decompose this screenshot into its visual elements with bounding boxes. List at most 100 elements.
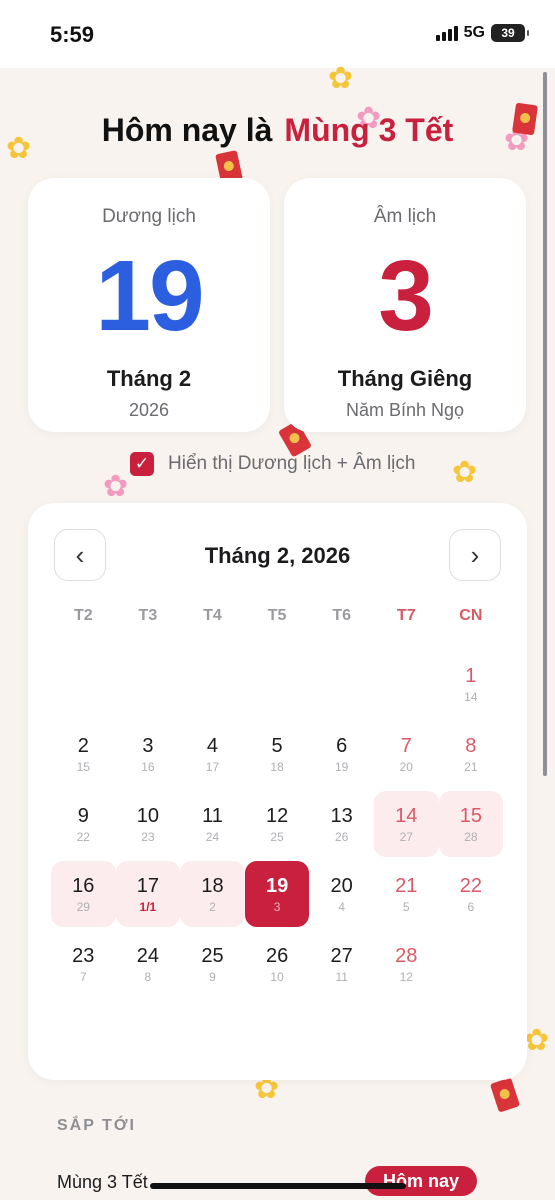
day-cell[interactable]: 16 29	[51, 861, 116, 927]
day-cell[interactable]: 13 26	[309, 791, 374, 857]
month-calendar: ‹ Tháng 2, 2026 › T2 T3 T4 T5 T6 T7 CN 1 14 2 15 3…	[28, 503, 527, 1080]
day-cell[interactable]: 22 6	[439, 861, 504, 927]
weekday-label: T2	[73, 607, 93, 624]
lunar-date: 23	[141, 829, 155, 844]
upcoming-heading: SẮP TỚI	[57, 1117, 136, 1134]
day-cell-today[interactable]: 19 3	[244, 861, 310, 927]
flower-icon: ✿	[524, 1024, 550, 1057]
week-row: 9 22 10 23 11 24 12 25 13 26 14 27 15 28	[51, 791, 504, 861]
lunar-date: 8	[144, 969, 152, 984]
solar-date: 7	[400, 734, 412, 757]
lunar-date: 9	[209, 969, 216, 984]
lunar-date: 3	[273, 899, 281, 914]
dual-calendar-toggle[interactable]: ✓ Hiển thị Dương lịch + Âm lịch	[130, 452, 415, 476]
solar-date: 5	[271, 734, 283, 757]
day-cell[interactable]: 215	[51, 721, 116, 787]
dual-calendar-label[interactable]: Hiển thị Dương lịch + Âm lịch	[168, 453, 415, 475]
day-grid: 1 14 2 15 3 16 4 17 5 18 6 19 7 20 8 21 9 22 10 23 11 24 12 25 1…	[51, 651, 504, 1001]
home-indicator[interactable]	[150, 1183, 406, 1189]
day-cell[interactable]: 27 11	[309, 931, 374, 997]
weekday-label: T3	[138, 607, 158, 624]
day-cell[interactable]: 28 12	[374, 931, 439, 997]
status-icons: 5G 39	[435, 24, 529, 42]
week-row: 2 15 3 16 4 17 5 18 6 19 7 20 8 21	[51, 721, 504, 791]
lunar-date: 5	[402, 899, 410, 914]
solar-date: 6	[336, 734, 348, 757]
today-badge: Hôm nay	[364, 1166, 477, 1196]
weekday-label: T4	[203, 607, 222, 624]
lunar-date: 12	[399, 969, 413, 984]
lunar-date: 25	[270, 829, 284, 844]
week-row: 1 14	[51, 651, 504, 721]
lunar-date: 14	[464, 689, 478, 704]
solar-date: 15	[459, 804, 482, 827]
solar-date: 2	[77, 734, 89, 757]
day-cell[interactable]: 10 23	[116, 791, 181, 857]
day-cell[interactable]: 7 20	[374, 721, 439, 787]
day-cell[interactable]: 25 9	[180, 931, 245, 997]
solar-date: 1	[465, 664, 477, 687]
flower-icon: ✿	[452, 456, 478, 489]
day-cell[interactable]: 4 17	[180, 721, 245, 787]
solar-date: 17	[136, 874, 160, 897]
page-title: Hôm nay là Mùng 3 Tết	[0, 112, 555, 149]
lunar-date: 26	[334, 829, 349, 844]
day-cell[interactable]: 14 27	[373, 791, 439, 857]
lunar-date: 2	[209, 899, 216, 914]
next-month-button[interactable]: ›	[449, 529, 501, 581]
solar-card-label: Dương lịch	[102, 206, 196, 227]
solar-date: 19	[265, 874, 289, 897]
solar-date: 24	[136, 944, 160, 967]
solar-day: 19	[95, 240, 204, 352]
day-cell[interactable]: 26 10	[245, 931, 310, 997]
signal-icon	[435, 25, 458, 41]
day-cell[interactable]: 17 1/1	[115, 861, 181, 927]
weekday-header: T2 T3 T4 T5 T6 T7 CN	[51, 607, 503, 625]
day-cell[interactable]: 24 8	[116, 931, 181, 997]
solar-year: 2026	[128, 400, 170, 420]
battery-icon: 39	[491, 24, 529, 42]
status-time: 5:59	[50, 22, 95, 47]
day-cell[interactable]: 5 18	[245, 721, 310, 787]
day-cell[interactable]: 11 24	[180, 791, 245, 857]
day-cell[interactable]: 3 16	[116, 721, 181, 787]
weekday-label: CN	[459, 607, 483, 624]
solar-date: 8	[465, 734, 477, 757]
solar-date: 16	[72, 874, 95, 897]
scrollbar[interactable]	[543, 72, 547, 776]
day-cell[interactable]: 15 28	[438, 791, 504, 857]
lunar-date: 27	[399, 829, 413, 844]
day-cell[interactable]: 1 14	[439, 651, 504, 717]
lunar-day: 3	[378, 240, 434, 352]
day-cell[interactable]: 20 4	[309, 861, 374, 927]
solar-date: 26	[265, 944, 289, 967]
lunar-date: 17	[205, 759, 220, 774]
status-bar: 5:59 5G 39	[0, 0, 555, 68]
week-row: 23 7 24 8 25 9 26 10 27 11 28 12	[51, 931, 504, 1001]
day-cell[interactable]: 9 22	[51, 791, 116, 857]
solar-date: 18	[201, 874, 224, 897]
day-cell[interactable]: 23 7	[51, 931, 116, 997]
solar-date: 23	[72, 944, 95, 967]
day-cell[interactable]: 215	[374, 861, 439, 927]
solar-date: 14	[395, 804, 418, 827]
week-row: 16 29 17 1/1 18 2 19 3 20 4 21 5 22 6	[51, 861, 504, 931]
lunar-date: 18	[270, 759, 284, 774]
lunar-month: Tháng Giêng	[337, 366, 473, 391]
solar-date: 4	[206, 734, 219, 757]
title-prefix: Hôm nay là	[101, 112, 273, 148]
solar-date: 20	[330, 874, 353, 897]
solar-date: 9	[77, 804, 89, 827]
day-cell[interactable]: 12 25	[245, 791, 310, 857]
lunar-year: Năm Bính Ngọ	[345, 400, 465, 420]
day-cell[interactable]: 18 2	[180, 861, 245, 927]
dual-calendar-checkbox[interactable]: ✓	[130, 452, 154, 476]
day-cell[interactable]: 6 19	[309, 721, 374, 787]
solar-date: 10	[136, 804, 160, 827]
lunar-date: 28	[464, 829, 478, 844]
lunar-date: 19	[334, 759, 349, 774]
day-cell[interactable]: 8 21	[439, 721, 504, 787]
lunar-date-card: Âm lịch 3 Tháng Giêng Năm Bính Ngọ	[284, 178, 526, 432]
solar-date: 22	[459, 874, 482, 897]
solar-date: 27	[330, 944, 353, 967]
